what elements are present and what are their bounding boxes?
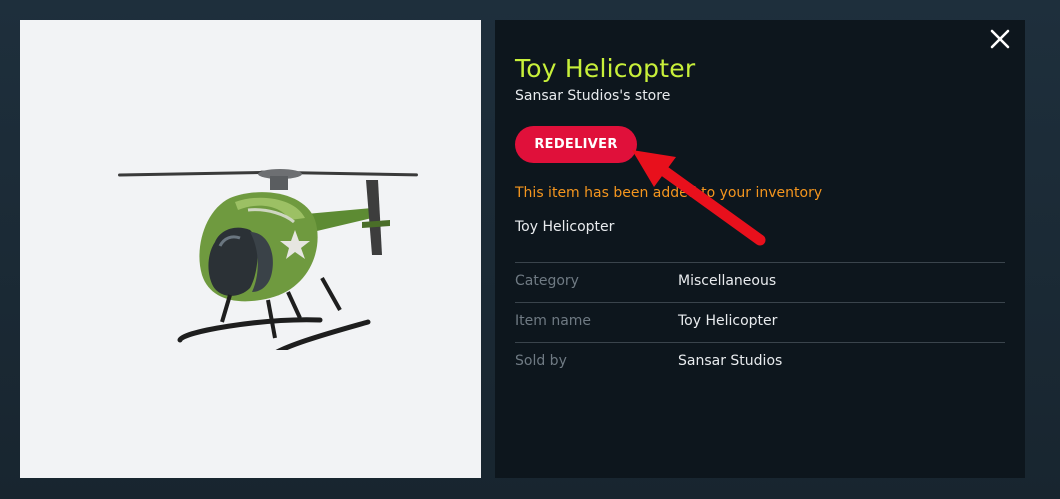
- product-info-panel: Toy Helicopter Sansar Studios's store RE…: [495, 20, 1025, 478]
- item-label: Toy Helicopter: [515, 219, 615, 235]
- detail-value: Toy Helicopter: [678, 313, 778, 329]
- detail-key: Item name: [515, 313, 592, 329]
- helicopter-image: [118, 169, 418, 350]
- store-link[interactable]: Sansar Studios's store: [515, 88, 670, 104]
- details-table: Category Miscellaneous Item name Toy Hel…: [515, 262, 1005, 382]
- modal-backdrop: Toy Helicopter Sansar Studios's store RE…: [0, 0, 1060, 499]
- product-image-panel: [20, 20, 481, 478]
- detail-value: Sansar Studios: [678, 353, 783, 369]
- detail-row-category: Category Miscellaneous: [515, 262, 1005, 302]
- detail-key: Category: [515, 273, 579, 289]
- detail-value: Miscellaneous: [678, 273, 777, 289]
- redeliver-button[interactable]: REDELIVER: [515, 126, 637, 163]
- detail-row-sold-by: Sold by Sansar Studios: [515, 342, 1005, 382]
- product-title: Toy Helicopter: [515, 54, 696, 83]
- inventory-notice: This item has been added to your invento…: [515, 185, 823, 201]
- detail-row-item-name: Item name Toy Helicopter: [515, 302, 1005, 342]
- detail-key: Sold by: [515, 353, 567, 369]
- close-icon[interactable]: [989, 28, 1011, 50]
